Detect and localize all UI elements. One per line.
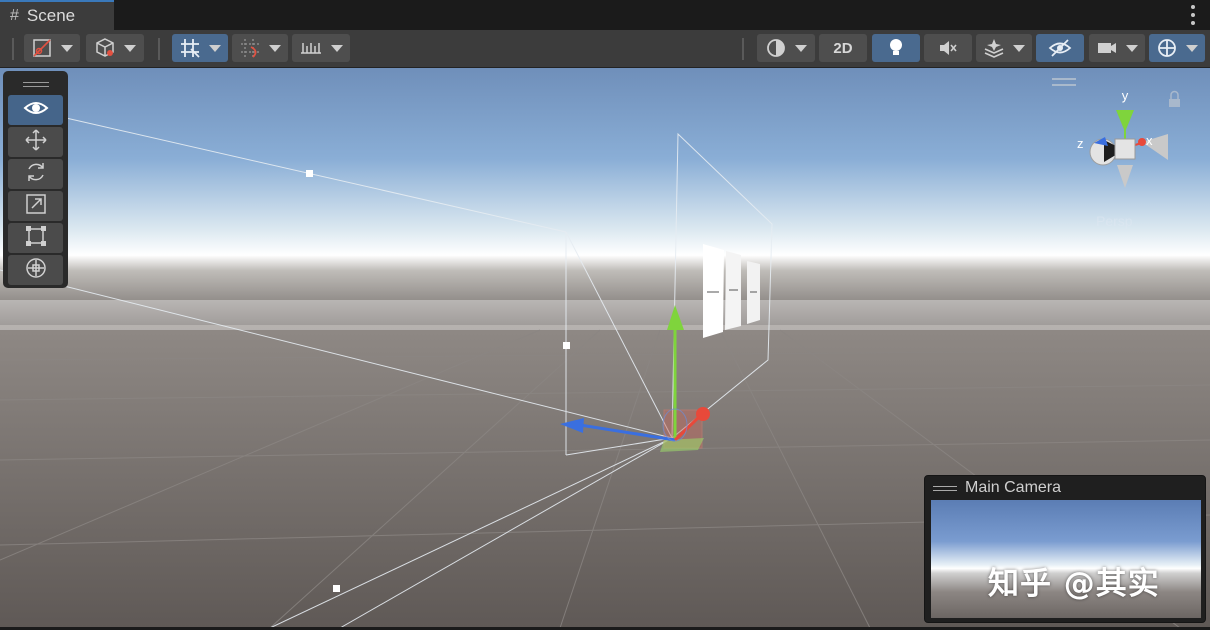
scale-icon [24, 192, 48, 221]
frustum-handle[interactable] [333, 585, 340, 592]
transform-tool-button[interactable] [8, 255, 63, 285]
cube-toggle-button[interactable] [86, 34, 144, 62]
hash-icon: # [10, 7, 19, 24]
lighting-button[interactable] [872, 34, 920, 62]
chevron-down-icon [209, 44, 221, 52]
audio-button[interactable] [924, 34, 972, 62]
chevron-down-icon [1186, 44, 1198, 52]
chevron-down-icon [269, 44, 281, 52]
gizmos-icon [1156, 37, 1178, 59]
chevron-down-icon [61, 44, 73, 52]
x-axis-arrow[interactable] [696, 407, 710, 421]
visibility-eye-icon [1048, 37, 1072, 59]
gizmo-x-label: x [1146, 133, 1153, 148]
chevron-down-icon [795, 44, 807, 52]
projection-mode-label[interactable]: Persp [1096, 213, 1133, 229]
rotate-tool-button[interactable] [8, 159, 63, 189]
toggle-2d-button[interactable]: 2D [819, 34, 867, 62]
frustum-handle[interactable] [306, 170, 313, 177]
tab-scene[interactable]: # Scene [0, 0, 114, 30]
transform-icon [24, 256, 48, 285]
scene-toolbar: 2D [0, 30, 1210, 68]
chevron-down-icon [331, 44, 343, 52]
scale-tool-button[interactable] [8, 191, 63, 221]
audio-mute-icon [937, 37, 959, 59]
shading-sphere-icon [765, 37, 787, 59]
camera-button[interactable] [1089, 34, 1145, 62]
tools-overlay [3, 71, 68, 288]
more-options-icon[interactable] [1190, 5, 1196, 25]
cube-icon [94, 37, 116, 59]
chevron-down-icon [124, 44, 136, 52]
toolbar-grip [12, 38, 14, 60]
chevron-down-icon [1126, 44, 1138, 52]
scene-visibility-button[interactable] [1036, 34, 1084, 62]
toggle-2d-label: 2D [833, 39, 853, 57]
gizmos-button[interactable] [1149, 34, 1205, 62]
toolbar-separator [158, 38, 160, 60]
rect-tool-button[interactable] [8, 223, 63, 253]
gizmo-z-label: z [1077, 136, 1084, 151]
move-tool-button[interactable] [8, 127, 63, 157]
camera-icon [1096, 37, 1118, 59]
sky [0, 68, 1210, 328]
lighting-bulb-icon [886, 37, 906, 59]
tab-scene-label: Scene [26, 6, 76, 25]
toolbar-separator [742, 38, 744, 60]
increment-snap-icon [239, 37, 261, 59]
grid-snap-button[interactable] [172, 34, 228, 62]
grid-snap-icon [179, 37, 201, 59]
camera-preview-title: Main Camera [965, 479, 1062, 496]
draw-mode-icon [31, 37, 53, 59]
camera-preview-header[interactable]: Main Camera [925, 476, 1205, 500]
eye-icon [23, 98, 49, 123]
effects-button[interactable] [976, 34, 1032, 62]
chevron-down-icon [1013, 44, 1025, 52]
rotate-icon [24, 160, 48, 189]
gizmo-y-label: y [1122, 88, 1129, 103]
effects-layers-icon [983, 37, 1005, 59]
frustum-handle[interactable] [563, 342, 570, 349]
watermark-text: 知乎 @其实 [988, 566, 1160, 602]
camera-preview-grip[interactable] [933, 485, 957, 491]
overlay-grip-handle[interactable] [1052, 78, 1076, 86]
view-tool-button[interactable] [8, 95, 63, 125]
tools-grip-handle[interactable] [8, 75, 63, 93]
tab-bar: # Scene [0, 0, 1210, 30]
rect-transform-icon [24, 224, 48, 253]
ruler-button[interactable] [292, 34, 350, 62]
move-arrows-icon [24, 128, 48, 157]
ruler-icon [299, 37, 323, 59]
shading-mode-button[interactable] [757, 34, 815, 62]
draw-mode-button[interactable] [24, 34, 80, 62]
increment-snap-button[interactable] [232, 34, 288, 62]
